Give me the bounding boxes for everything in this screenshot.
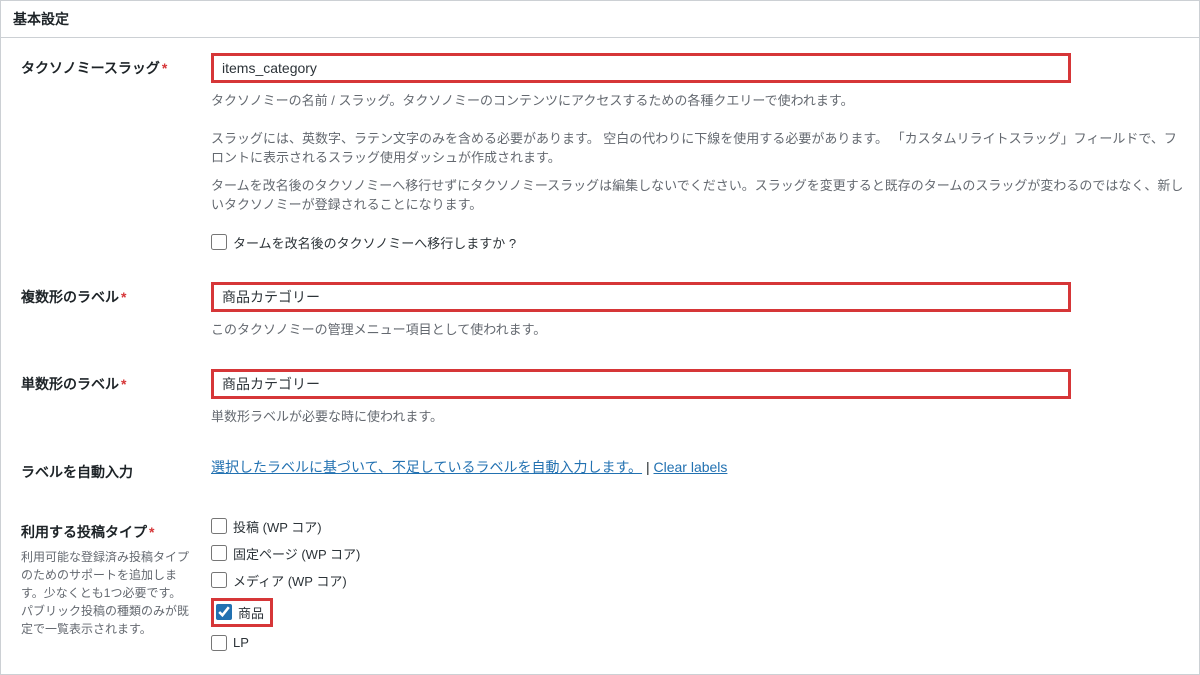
slug-label: タクソノミースラッグ [21, 60, 160, 76]
post-types-label: 利用する投稿タイプ [21, 524, 147, 540]
section-title: 基本設定 [1, 0, 1199, 38]
migrate-terms-label: タームを改名後のタクソノミーへ移行しますか ? [233, 233, 516, 252]
post-type-product-label: 商品 [238, 603, 264, 622]
migrate-terms-checkbox[interactable] [211, 234, 227, 250]
post-type-lp-label: LP [233, 635, 249, 650]
slug-desc-3: タームを改名後のタクソノミーへ移行せずにタクソノミースラッグは編集しないでくださ… [211, 176, 1189, 215]
slug-desc-1: タクソノミーの名前 / スラッグ。タクソノミーのコンテンツにアクセスするための各… [211, 91, 1189, 111]
taxonomy-slug-input[interactable] [211, 53, 1071, 83]
singular-desc: 単数形ラベルが必要な時に使われます。 [211, 407, 1189, 427]
post-types-sublabel: 利用可能な登録済み投稿タイプのためのサポートを追加します。少なくとも1つ必要です… [21, 548, 191, 638]
plural-label-cell: 複数形のラベル* [1, 267, 201, 355]
post-type-product-checkbox[interactable] [216, 604, 232, 620]
required-marker: * [162, 60, 167, 76]
post-type-media-checkbox[interactable] [211, 572, 227, 588]
slug-label-cell: タクソノミースラッグ* [1, 38, 201, 267]
required-marker: * [121, 289, 126, 305]
singular-label-cell: 単数形のラベル* [1, 354, 201, 442]
post-type-page-label: 固定ページ (WP コア) [233, 544, 360, 563]
post-types-label-cell: 利用する投稿タイプ* 利用可能な登録済み投稿タイプのためのサポートを追加します。… [1, 502, 201, 674]
slug-desc-2: スラッグには、英数字、ラテン文字のみを含める必要があります。 空白の代わりに下線… [211, 129, 1189, 168]
auto-labels-label-cell: ラベルを自動入力 [1, 442, 201, 502]
post-type-media-label: メディア (WP コア) [233, 571, 347, 590]
plural-label-input[interactable] [211, 282, 1071, 312]
auto-populate-labels-link[interactable]: 選択したラベルに基づいて、不足しているラベルを自動入力します。 [211, 459, 642, 475]
plural-label: 複数形のラベル [21, 289, 119, 305]
clear-labels-link[interactable]: Clear labels [653, 459, 727, 475]
required-marker: * [121, 376, 126, 392]
required-marker: * [149, 524, 154, 540]
singular-label-input[interactable] [211, 369, 1071, 399]
auto-labels-label: ラベルを自動入力 [21, 464, 133, 480]
post-type-post-checkbox[interactable] [211, 518, 227, 534]
separator: | [642, 459, 653, 475]
post-type-lp-checkbox[interactable] [211, 635, 227, 651]
plural-desc: このタクソノミーの管理メニュー項目として使われます。 [211, 320, 1189, 340]
post-type-post-label: 投稿 (WP コア) [233, 517, 322, 536]
singular-label: 単数形のラベル [21, 376, 119, 392]
post-type-page-checkbox[interactable] [211, 545, 227, 561]
